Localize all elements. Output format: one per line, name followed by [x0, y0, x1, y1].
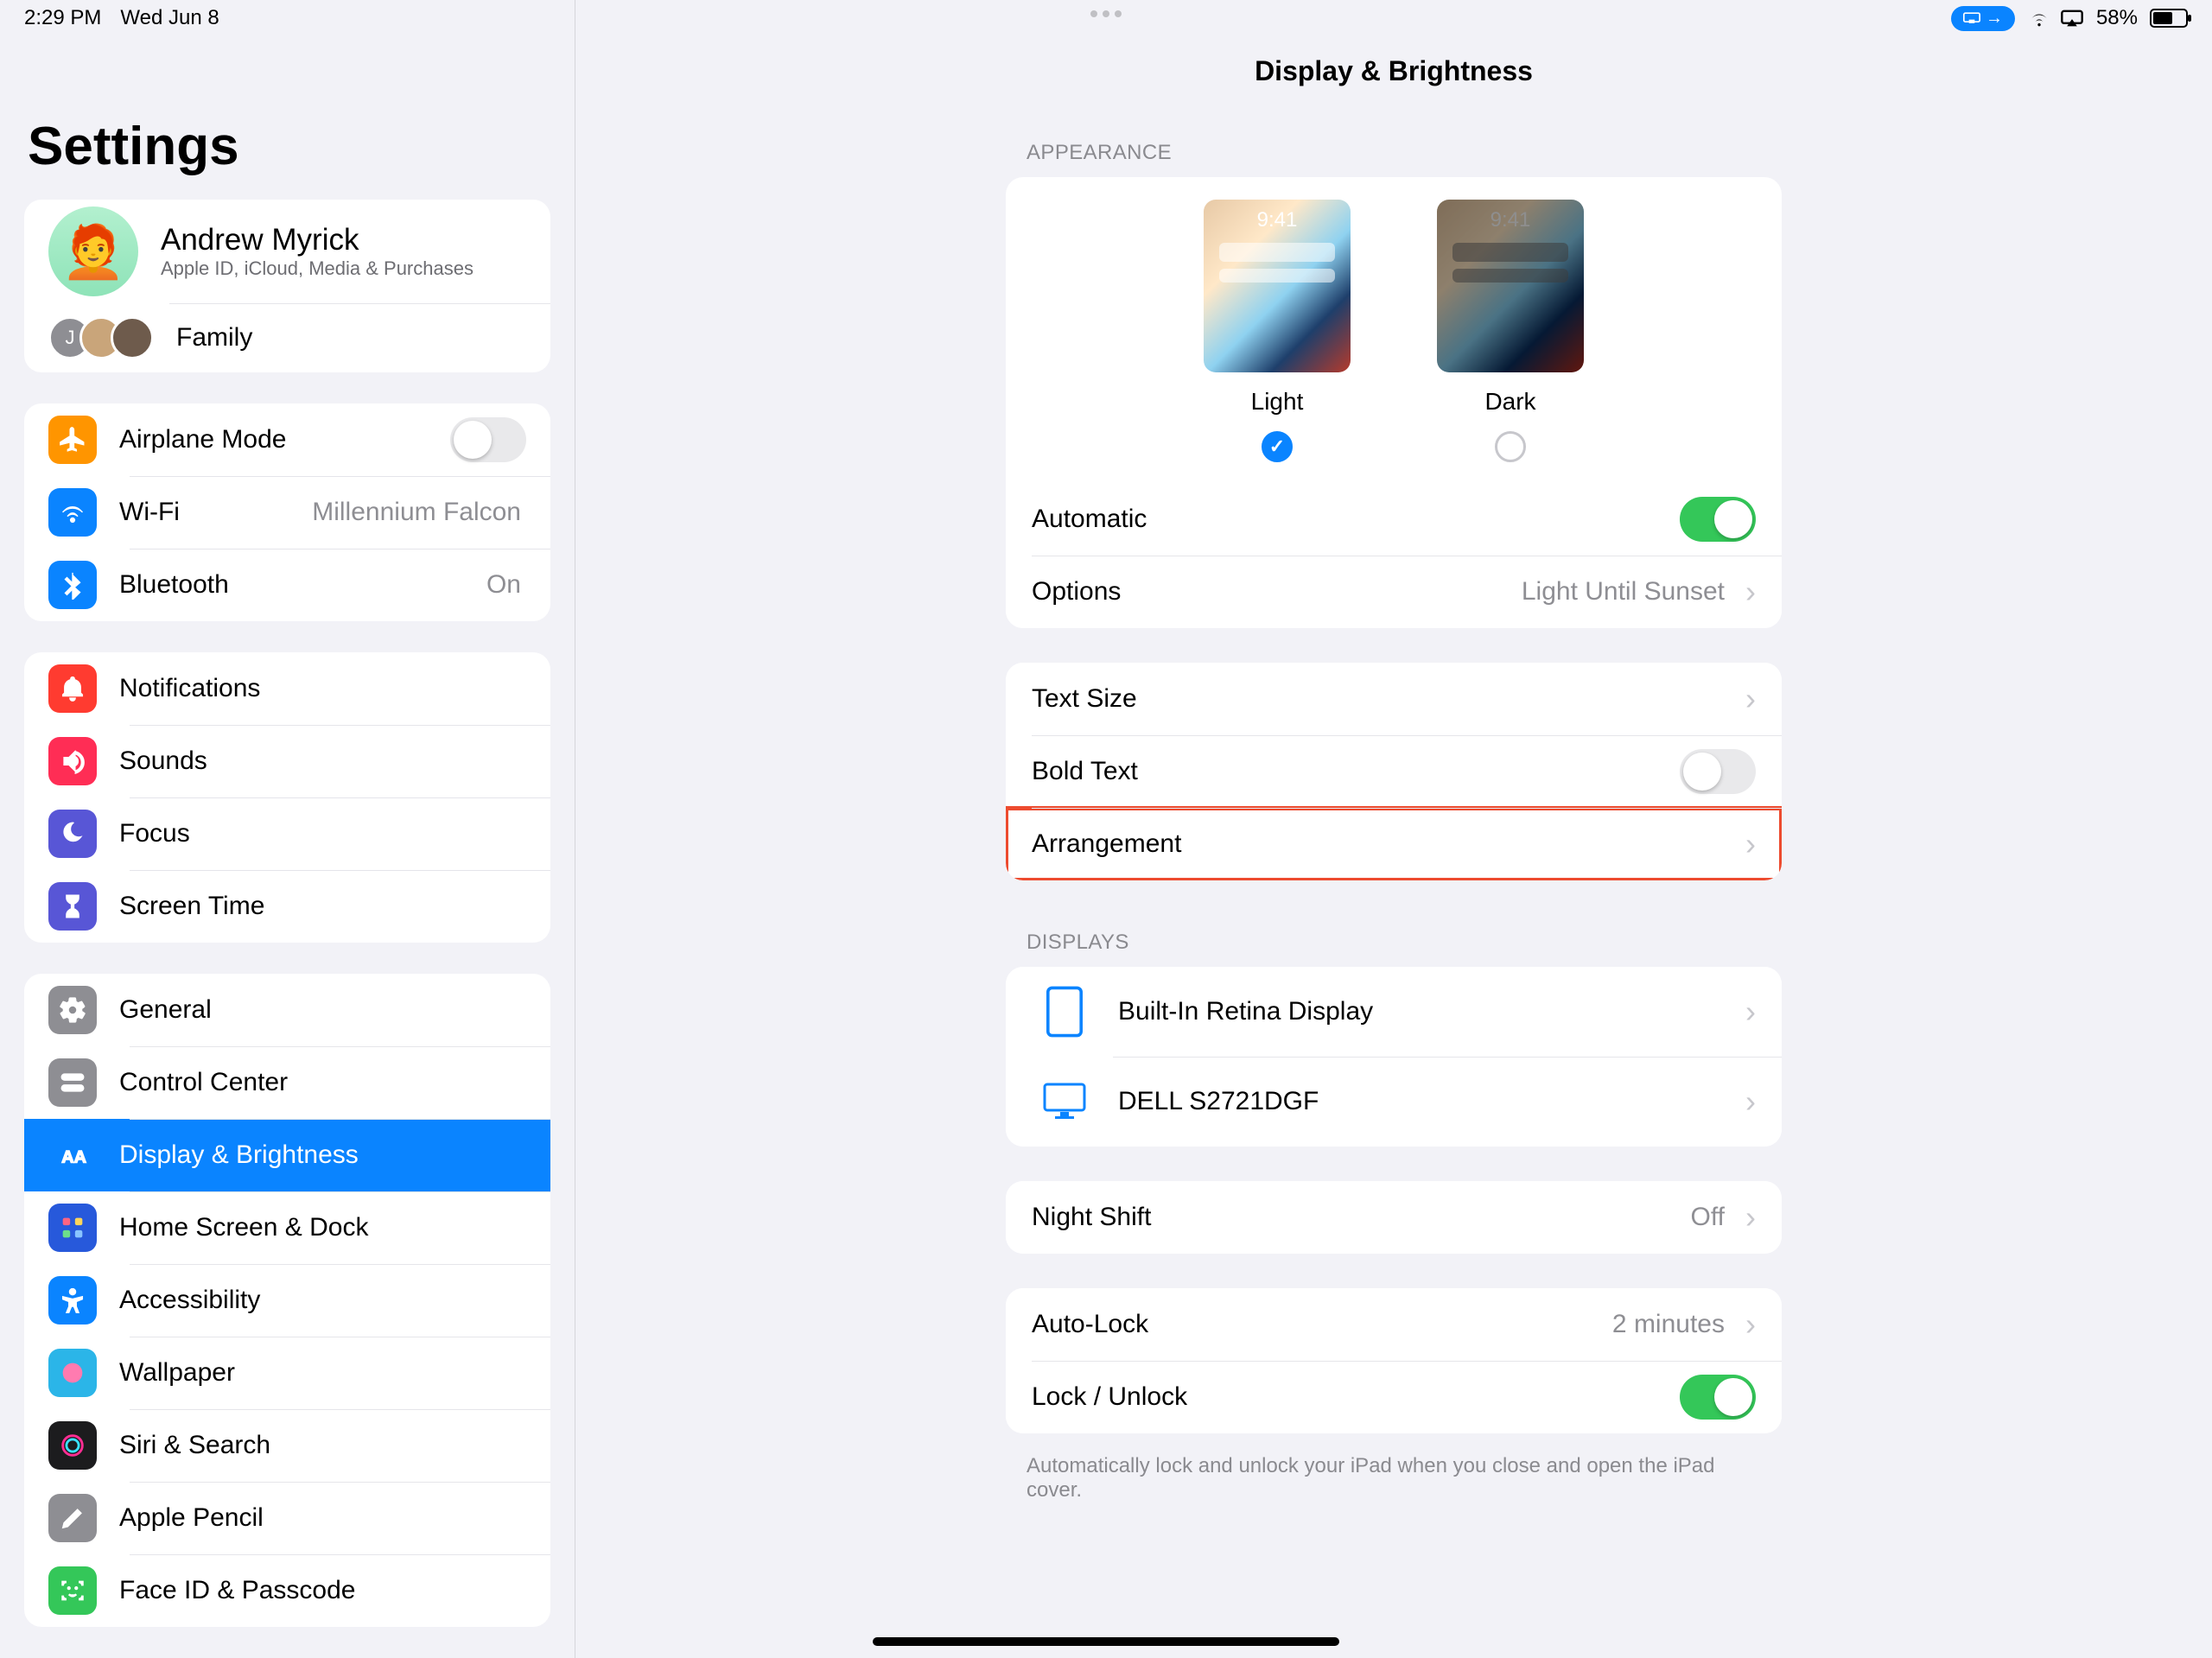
- lock-unlock-switch[interactable]: [1680, 1375, 1756, 1420]
- text-size-icon: AA: [48, 1131, 97, 1179]
- chevron-right-icon: ›: [1745, 996, 1756, 1027]
- family-avatars-icon: J: [48, 316, 154, 359]
- airplane-icon: [48, 416, 97, 464]
- settings-title: Settings: [28, 116, 550, 177]
- status-date: Wed Jun 8: [120, 6, 219, 30]
- appearance-header: APPEARANCE: [1006, 125, 1782, 177]
- home-indicator[interactable]: [873, 1637, 1339, 1646]
- chevron-right-icon: ›: [1745, 1309, 1756, 1340]
- external-display-row[interactable]: DELL S2721DGF ›: [1006, 1057, 1782, 1147]
- apple-id-row[interactable]: 🧑‍🦰 Andrew Myrick Apple ID, iCloud, Medi…: [24, 200, 550, 303]
- lock-unlock-note: Automatically lock and unlock your iPad …: [1006, 1440, 1782, 1516]
- page-title: Display & Brightness: [1006, 55, 1782, 87]
- chevron-right-icon: ›: [1745, 829, 1756, 860]
- lock-unlock-row[interactable]: Lock / Unlock: [1006, 1361, 1782, 1433]
- auto-lock-row[interactable]: Auto-Lock 2 minutes ›: [1006, 1288, 1782, 1361]
- status-time: 2:29 PM: [24, 6, 101, 30]
- wallpaper-icon: [48, 1349, 97, 1397]
- family-label: Family: [176, 323, 526, 353]
- home-screen-row[interactable]: Home Screen & Dock: [24, 1191, 550, 1264]
- face-id-icon: [48, 1566, 97, 1615]
- gear-icon: [48, 986, 97, 1034]
- dark-radio[interactable]: [1495, 431, 1526, 462]
- arrangement-row[interactable]: Arrangement ›: [1006, 808, 1782, 880]
- text-size-row[interactable]: Text Size ›: [1006, 663, 1782, 735]
- speaker-icon: [48, 737, 97, 785]
- apple-pencil-row[interactable]: Apple Pencil: [24, 1482, 550, 1554]
- chevron-right-icon: ›: [1745, 1202, 1756, 1233]
- automatic-row[interactable]: Automatic: [1006, 483, 1782, 556]
- airplane-mode-switch[interactable]: [450, 417, 526, 462]
- svg-text:AA: AA: [61, 1148, 86, 1167]
- pencil-icon: [48, 1494, 97, 1542]
- monitor-icon: [1032, 1076, 1097, 1128]
- options-row[interactable]: Options Light Until Sunset ›: [1006, 556, 1782, 628]
- light-radio[interactable]: [1262, 431, 1293, 462]
- displays-header: DISPLAYS: [1006, 915, 1782, 967]
- bell-icon: [48, 664, 97, 713]
- display-brightness-row[interactable]: AA Display & Brightness: [24, 1119, 550, 1191]
- light-thumbnail: 9:41: [1204, 200, 1351, 372]
- general-row[interactable]: General: [24, 974, 550, 1046]
- sounds-row[interactable]: Sounds: [24, 725, 550, 797]
- accessibility-row[interactable]: Accessibility: [24, 1264, 550, 1337]
- dark-thumbnail: 9:41: [1437, 200, 1584, 372]
- chevron-right-icon: ›: [1745, 683, 1756, 715]
- avatar: 🧑‍🦰: [48, 206, 138, 296]
- appearance-dark-option[interactable]: 9:41 Dark: [1437, 200, 1584, 462]
- control-center-row[interactable]: Control Center: [24, 1046, 550, 1119]
- settings-sidebar: Settings 🧑‍🦰 Andrew Myrick Apple ID, iCl…: [0, 0, 575, 1658]
- appearance-light-option[interactable]: 9:41 Light: [1204, 200, 1351, 462]
- profile-sub: Apple ID, iCloud, Media & Purchases: [161, 257, 474, 280]
- moon-icon: [48, 810, 97, 858]
- builtin-display-row[interactable]: Built-In Retina Display ›: [1006, 967, 1782, 1057]
- grid-icon: [48, 1204, 97, 1252]
- screen-time-row[interactable]: Screen Time: [24, 870, 550, 943]
- siri-row[interactable]: Siri & Search: [24, 1409, 550, 1482]
- profile-name: Andrew Myrick: [161, 223, 474, 257]
- bluetooth-row[interactable]: Bluetooth On: [24, 549, 550, 621]
- wifi-icon: [48, 488, 97, 537]
- airplane-mode-row[interactable]: Airplane Mode: [24, 403, 550, 476]
- chevron-right-icon: ›: [1745, 1086, 1756, 1117]
- hourglass-icon: [48, 882, 97, 931]
- chevron-right-icon: ›: [1745, 576, 1756, 607]
- bluetooth-icon: [48, 561, 97, 609]
- face-id-row[interactable]: Face ID & Passcode: [24, 1554, 550, 1627]
- bold-text-switch[interactable]: [1680, 749, 1756, 794]
- night-shift-row[interactable]: Night Shift Off ›: [1006, 1181, 1782, 1254]
- toggles-icon: [48, 1058, 97, 1107]
- wifi-row[interactable]: Wi-Fi Millennium Falcon: [24, 476, 550, 549]
- focus-row[interactable]: Focus: [24, 797, 550, 870]
- bold-text-row[interactable]: Bold Text: [1006, 735, 1782, 808]
- content-pane: Display & Brightness APPEARANCE 9:41 Lig…: [575, 0, 2212, 1658]
- accessibility-icon: [48, 1276, 97, 1324]
- automatic-switch[interactable]: [1680, 497, 1756, 542]
- family-row[interactable]: J Family: [24, 303, 550, 372]
- wallpaper-row[interactable]: Wallpaper: [24, 1337, 550, 1409]
- siri-icon: [48, 1421, 97, 1470]
- ipad-icon: [1032, 986, 1097, 1038]
- notifications-row[interactable]: Notifications: [24, 652, 550, 725]
